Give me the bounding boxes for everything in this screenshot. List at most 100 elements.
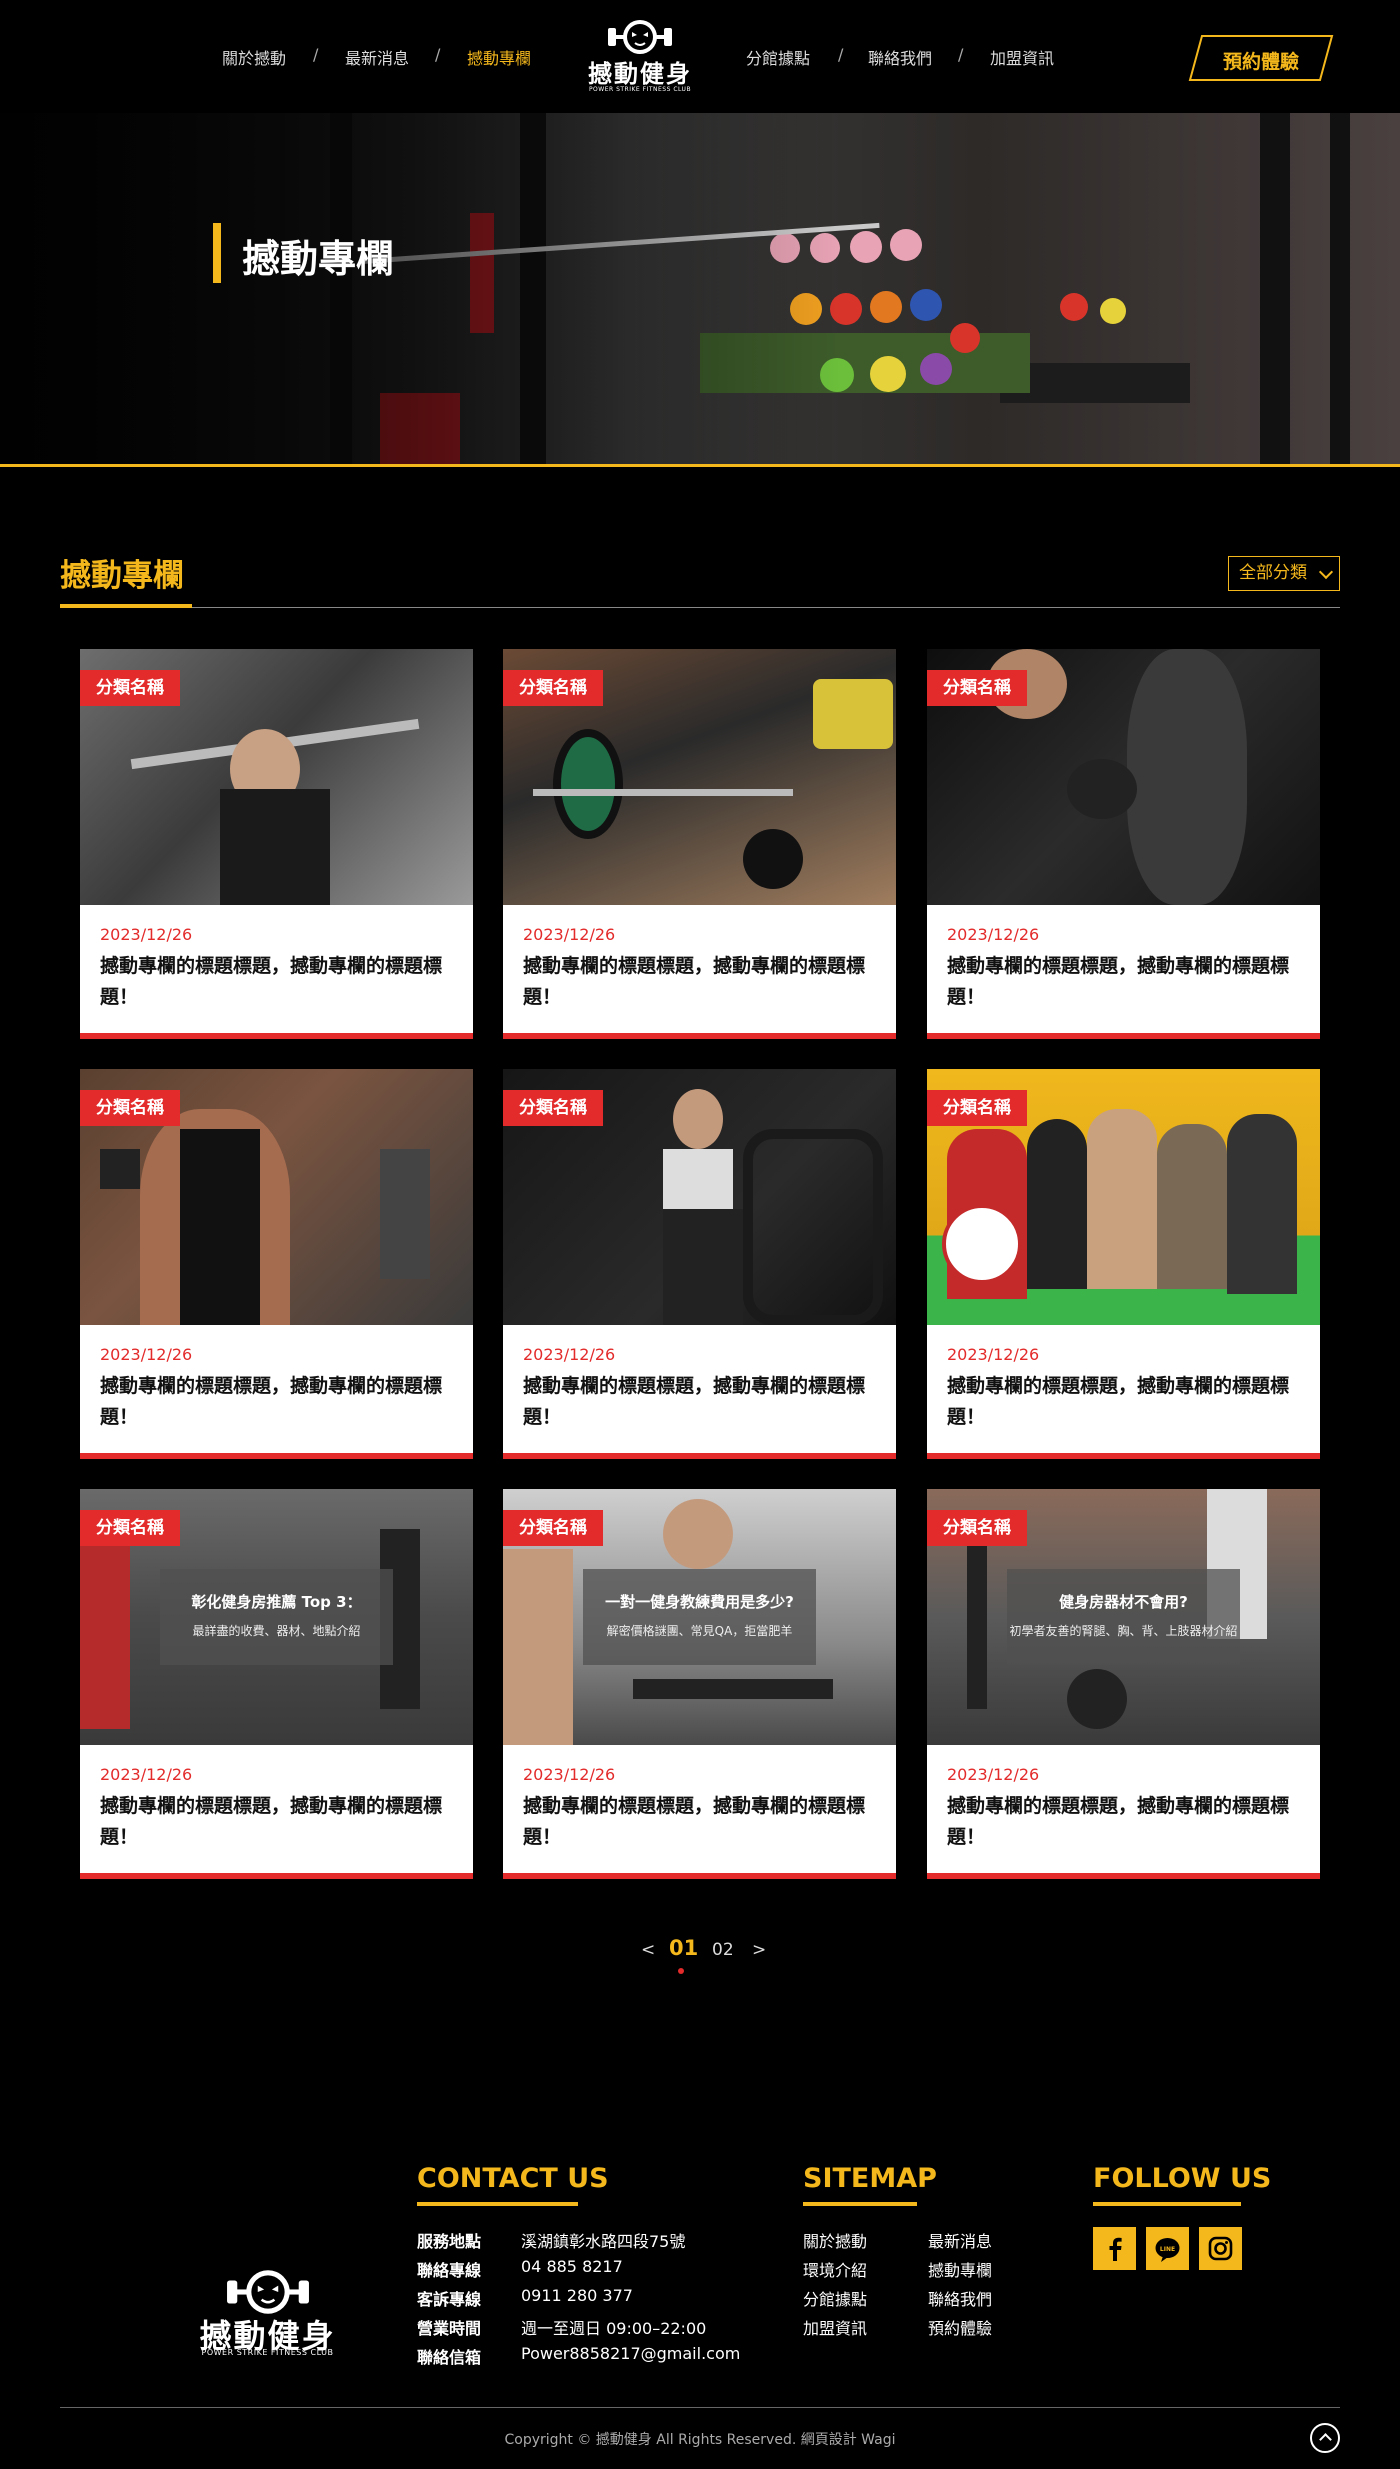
pagination-page[interactable]: 02 — [712, 1940, 734, 1960]
card-bottom-bar — [927, 1033, 1320, 1039]
footer-logo-subtext: POWER STRIKE FITNESS CLUB — [201, 2348, 334, 2357]
line-icon[interactable]: LINE — [1146, 2227, 1189, 2270]
nav-news[interactable]: 最新消息 — [345, 45, 409, 69]
nav-separator: / — [838, 45, 844, 64]
card-bottom-bar — [80, 1033, 473, 1039]
contact-email[interactable]: Power8858217@gmail.com — [521, 2344, 740, 2363]
footer-divider — [60, 2407, 1340, 2408]
nav-contact[interactable]: 聯絡我們 — [868, 45, 932, 69]
card-title: 撼動專欄的標題標題，撼動專欄的標題標題！ — [100, 955, 443, 1008]
contact-label: 營業時間 — [417, 2319, 482, 2338]
article-card[interactable]: 健身房器材不會用? 初學者友善的腎腿、胸、背、上肢器材介紹 分類名稱 2023/… — [927, 1489, 1320, 1879]
nav-franchise[interactable]: 加盟資訊 — [990, 45, 1054, 69]
overlay-subtitle: 最詳盡的收費、器材、地點介紹 — [192, 1624, 361, 1638]
instagram-icon[interactable] — [1199, 2227, 1242, 2270]
card-overlay: 一對一健身教練費用是多少? 解密價格謎團、常見QA，拒當肥羊 — [583, 1569, 816, 1665]
card-title: 撼動專欄的標題標題，撼動專欄的標題標題！ — [523, 1375, 866, 1428]
book-trial-button[interactable]: 預約體驗 — [1188, 34, 1334, 82]
section-rule — [60, 607, 1340, 608]
pagination-prev[interactable]: < — [641, 1940, 655, 1960]
card-bottom-bar — [927, 1453, 1320, 1459]
sitemap-link[interactable]: 撼動專欄 — [928, 2257, 992, 2281]
category-tag: 分類名稱 — [503, 1090, 603, 1126]
contact-address: 溪湖鎮彰水路四段75號 — [521, 2232, 686, 2251]
card-bottom-bar — [927, 1873, 1320, 1879]
contact-label: 服務地點 — [417, 2232, 482, 2251]
chevron-up-icon — [1319, 2433, 1332, 2446]
category-filter-label: 全部分類 — [1239, 563, 1307, 583]
card-date: 2023/12/26 — [100, 1345, 193, 1364]
contact-heading-underline — [417, 2202, 578, 2206]
sitemap-link[interactable]: 聯絡我們 — [928, 2286, 992, 2310]
overlay-title: 彰化健身房推薦 Top 3： — [191, 1593, 362, 1611]
contact-label: 客訴專線 — [417, 2290, 482, 2309]
card-bottom-bar — [503, 1033, 896, 1039]
tiger-logo-icon — [226, 2270, 309, 2314]
contact-hours: 週一至週日 09:00–22:00 — [521, 2319, 707, 2338]
sitemap-link[interactable]: 環境介紹 — [803, 2257, 867, 2281]
card-date: 2023/12/26 — [523, 1765, 616, 1784]
contact-phone[interactable]: 04 885 8217 — [521, 2257, 623, 2276]
sitemap-link[interactable]: 最新消息 — [928, 2228, 992, 2252]
card-date: 2023/12/26 — [947, 1345, 1040, 1364]
logo-subtext: POWER STRIKE FITNESS CLUB — [588, 86, 692, 93]
category-tag: 分類名稱 — [927, 1090, 1027, 1126]
article-card[interactable]: 分類名稱 2023/12/26 撼動專欄的標題標題，撼動專欄的標題標題！ — [80, 1069, 473, 1459]
overlay-title: 一對一健身教練費用是多少? — [605, 1593, 794, 1611]
logo-text: 撼動健身 — [588, 60, 692, 88]
pagination-page-current[interactable]: 01 — [669, 1936, 698, 1960]
hero-banner: 撼動專欄 — [0, 113, 1400, 465]
card-date: 2023/12/26 — [100, 925, 193, 944]
card-title: 撼動專欄的標題標題，撼動專欄的標題標題！ — [100, 1375, 443, 1428]
article-card[interactable]: 分類名稱 2023/12/26 撼動專欄的標題標題，撼動專欄的標題標題！ — [503, 649, 896, 1039]
sitemap-link[interactable]: 分館據點 — [803, 2286, 867, 2310]
category-filter-select[interactable]: 全部分類 — [1228, 556, 1340, 591]
article-card[interactable]: 分類名稱 2023/12/26 撼動專欄的標題標題，撼動專欄的標題標題！ — [503, 1069, 896, 1459]
sitemap-link[interactable]: 預約體驗 — [928, 2315, 992, 2339]
sitemap-heading: SITEMAP — [803, 2163, 937, 2194]
sitemap-link[interactable]: 加盟資訊 — [803, 2315, 867, 2339]
category-tag: 分類名稱 — [927, 1510, 1027, 1546]
card-bottom-bar — [503, 1873, 896, 1879]
card-overlay: 健身房器材不會用? 初學者友善的腎腿、胸、背、上肢器材介紹 — [1007, 1569, 1240, 1665]
card-title: 撼動專欄的標題標題，撼動專欄的標題標題！ — [947, 955, 1290, 1008]
contact-heading: CONTACT US — [417, 2163, 609, 2194]
article-card[interactable]: 一對一健身教練費用是多少? 解密價格謎團、常見QA，拒當肥羊 分類名稱 2023… — [503, 1489, 896, 1879]
card-date: 2023/12/26 — [523, 925, 616, 944]
card-date: 2023/12/26 — [523, 1345, 616, 1364]
nav-about[interactable]: 關於撼動 — [222, 45, 286, 69]
nav-column[interactable]: 撼動專欄 — [467, 45, 531, 69]
category-tag: 分類名稱 — [80, 1510, 180, 1546]
nav-branches[interactable]: 分館據點 — [746, 45, 810, 69]
article-card[interactable]: 分類名稱 2023/12/26 撼動專欄的標題標題，撼動專欄的標題標題！ — [80, 649, 473, 1039]
tiger-logo-icon — [608, 20, 672, 54]
svg-text:LINE: LINE — [1160, 2246, 1175, 2253]
facebook-icon[interactable] — [1093, 2227, 1136, 2270]
footer-logo[interactable]: 撼動健身 POWER STRIKE FITNESS CLUB — [195, 2260, 340, 2357]
contact-label: 聯絡信箱 — [417, 2348, 482, 2367]
banner-divider — [0, 464, 1400, 467]
contact-complaint-phone[interactable]: 0911 280 377 — [521, 2286, 633, 2305]
article-card[interactable]: 分類名稱 2023/12/26 撼動專欄的標題標題，撼動專欄的標題標題！ — [927, 649, 1320, 1039]
sitemap-link[interactable]: 關於撼動 — [803, 2228, 867, 2252]
card-date: 2023/12/26 — [100, 1765, 193, 1784]
category-tag: 分類名稱 — [80, 670, 180, 706]
follow-heading: FOLLOW US — [1093, 2163, 1272, 2194]
overlay-subtitle: 初學者友善的腎腿、胸、背、上肢器材介紹 — [1009, 1624, 1238, 1638]
card-bottom-bar — [80, 1453, 473, 1459]
site-logo[interactable]: 撼動健身 POWER STRIKE FITNESS CLUB — [585, 12, 695, 98]
article-card[interactable]: 彰化健身房推薦 Top 3： 最詳盡的收費、器材、地點介紹 分類名稱 2023/… — [80, 1489, 473, 1879]
pagination-active-dot — [678, 1968, 684, 1974]
site-header: 關於撼動 / 最新消息 / 撼動專欄 撼動健身 POWER STRIKE FIT… — [0, 0, 1400, 113]
card-bottom-bar — [503, 1453, 896, 1459]
copyright-text: Copyright © 撼動健身 All Rights Reserved. 網頁… — [504, 2432, 896, 2448]
pagination-next[interactable]: > — [752, 1940, 766, 1960]
card-date: 2023/12/26 — [947, 1765, 1040, 1784]
section-title: 撼動專欄 — [60, 558, 184, 594]
category-tag: 分類名稱 — [927, 670, 1027, 706]
follow-heading-underline — [1093, 2202, 1241, 2206]
contact-label: 聯絡專線 — [417, 2261, 482, 2280]
back-to-top-button[interactable] — [1310, 2423, 1340, 2453]
card-overlay: 彰化健身房推薦 Top 3： 最詳盡的收費、器材、地點介紹 — [160, 1569, 393, 1665]
article-card[interactable]: 分類名稱 2023/12/26 撼動專欄的標題標題，撼動專欄的標題標題！ — [927, 1069, 1320, 1459]
